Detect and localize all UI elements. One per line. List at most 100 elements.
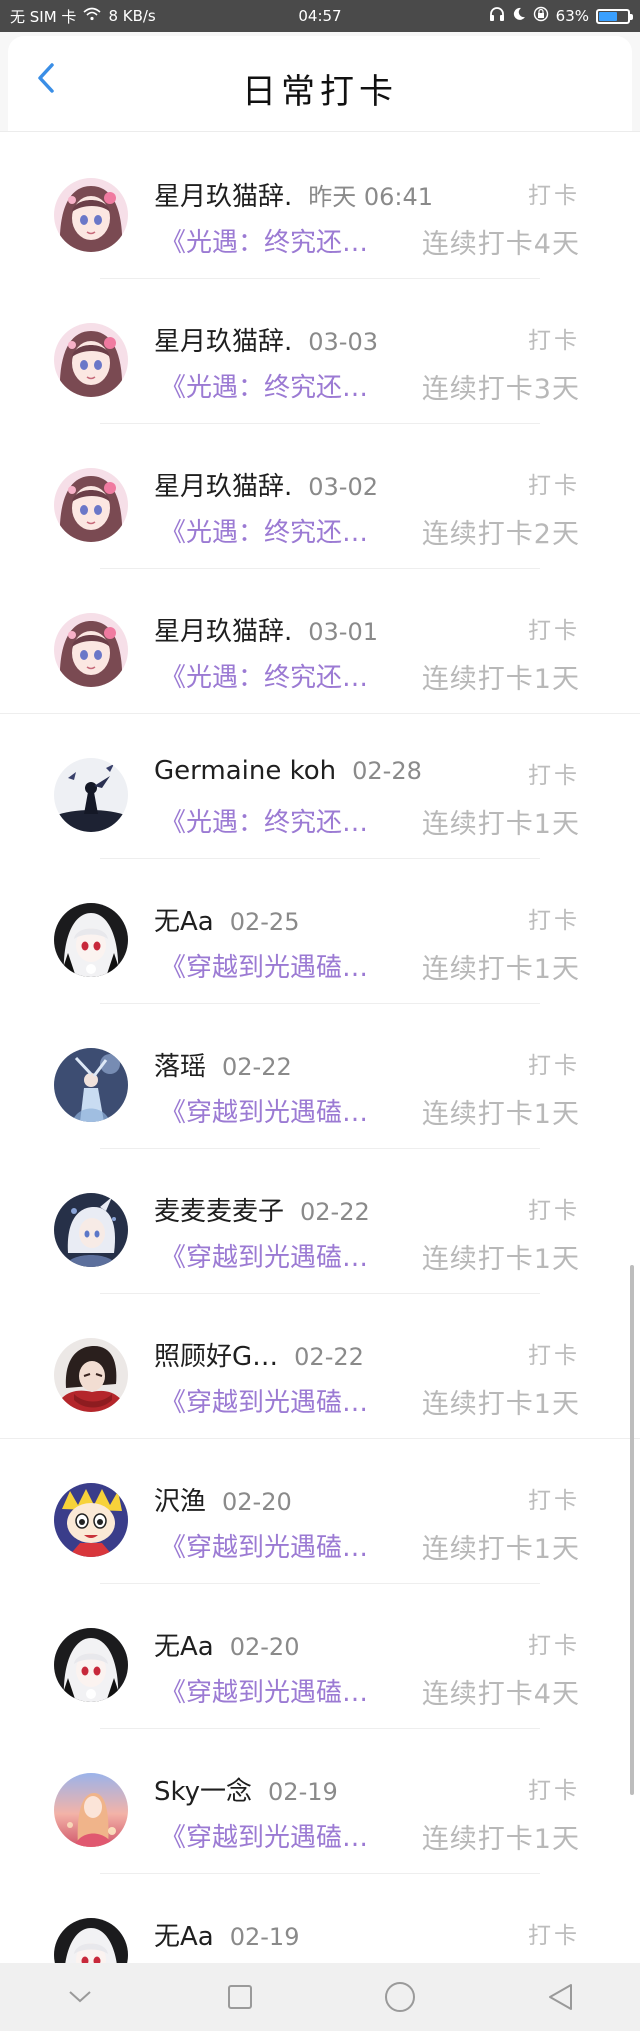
nav-collapse-button[interactable] — [45, 1972, 115, 2022]
list-item[interactable]: 无Aa 02-25 打卡 《穿越到光遇磕… 连续打卡1天 — [0, 859, 640, 1004]
list-item[interactable]: 星月玖猫辞. 03-02 打卡《光遇：终究还… 连续打卡2天 — [0, 424, 640, 569]
avatar[interactable] — [54, 1338, 128, 1412]
checkin-date: 02-28 — [352, 757, 422, 785]
battery-icon — [596, 8, 633, 24]
rotation-lock-icon — [533, 6, 549, 26]
battery-fill — [599, 11, 617, 21]
streak-label: 连续打卡2天 — [421, 519, 580, 550]
circle-icon — [385, 1982, 415, 2012]
user-name[interactable]: 无Aa — [154, 1626, 214, 1663]
list-item[interactable]: 沢渔 02-20 打卡《穿越到光遇磕… 连续打卡1天 — [0, 1439, 640, 1584]
square-icon — [228, 1985, 252, 2009]
checkin-action-label: 打卡 — [528, 473, 580, 499]
list-item[interactable]: 星月玖猫辞. 昨天 06:41 打卡 《光遇：终究还… 连续打卡4天 — [0, 134, 640, 279]
checkin-action-label: 打卡 — [528, 183, 580, 209]
carrier-label: 无 SIM 卡 — [10, 7, 77, 26]
status-left: 无 SIM 卡 8 KB/s — [10, 6, 156, 27]
name-line: 无Aa 02-25 — [154, 901, 299, 938]
user-name[interactable]: 无Aa — [154, 1916, 214, 1953]
book-title[interactable]: 《穿越到光遇磕… — [160, 1672, 368, 1709]
book-title[interactable]: 《光遇：终究还… — [160, 657, 368, 694]
streak-label: 连续打卡1天 — [421, 1534, 580, 1565]
name-line: 星月玖猫辞. 昨天 06:41 — [154, 176, 433, 213]
book-title[interactable]: 《穿越到光遇磕… — [160, 1527, 368, 1564]
avatar[interactable] — [54, 1483, 128, 1557]
list-item[interactable]: Germaine koh 02-28 打卡《光遇：终究还… 连续打卡1天 — [0, 714, 640, 859]
list-item[interactable]: Sky一念 02-19 打卡 《穿越到光遇磕… 连续打卡1天 — [0, 1729, 640, 1874]
nav-recents-button[interactable] — [205, 1972, 275, 2022]
list-item[interactable]: 照顾好G… 02-22 打卡 《穿越到光遇磕… 连续打卡1天 — [0, 1294, 640, 1439]
avatar[interactable] — [54, 1628, 128, 1702]
headphone-icon — [489, 6, 505, 26]
checkin-action-label: 打卡 — [528, 763, 580, 789]
checkin-list: 星月玖猫辞. 昨天 06:41 打卡 《光遇：终究还… 连续打卡4天 星月玖猫辞. 03-0… — [0, 134, 640, 2019]
book-title[interactable]: 《光遇：终究还… — [160, 512, 368, 549]
avatar[interactable] — [54, 903, 128, 977]
header: 日常打卡 — [0, 32, 640, 132]
avatar[interactable] — [54, 1193, 128, 1267]
avatar[interactable] — [54, 323, 128, 397]
name-line: 照顾好G… 02-22 — [154, 1336, 364, 1373]
user-name[interactable]: Germaine koh — [154, 756, 336, 786]
book-title[interactable]: 《光遇：终究还… — [160, 802, 368, 839]
user-name[interactable]: 无Aa — [154, 901, 214, 938]
book-title[interactable]: 《穿越到光遇磕… — [160, 1382, 368, 1419]
user-name[interactable]: 星月玖猫辞. — [154, 321, 292, 358]
user-name[interactable]: 照顾好G… — [154, 1336, 278, 1373]
list-item[interactable]: 落瑶 02-22 打卡《穿越到光遇磕… 连续打卡1天 — [0, 1004, 640, 1149]
streak-label: 连续打卡1天 — [421, 954, 580, 985]
avatar[interactable] — [54, 468, 128, 542]
streak-label: 连续打卡1天 — [421, 1389, 580, 1420]
name-line: 无Aa 02-20 — [154, 1626, 299, 1663]
checkin-date: 02-20 — [229, 1633, 300, 1661]
checkin-date: 02-19 — [268, 1778, 338, 1806]
list-item[interactable]: 星月玖猫辞. 03-01 打卡 《光遇：终究还… 连续打卡1天 — [0, 569, 640, 714]
user-name[interactable]: 星月玖猫辞. — [154, 611, 292, 648]
book-title[interactable]: 《光遇：终究还… — [160, 367, 368, 404]
checkin-date: 02-20 — [222, 1488, 292, 1516]
checkin-action-label: 打卡 — [528, 1488, 580, 1514]
checkin-date: 昨天 06:41 — [308, 183, 434, 211]
name-line: 星月玖猫辞. 03-02 — [154, 466, 378, 503]
header-card: 日常打卡 — [8, 36, 632, 131]
checkin-action-label: 打卡 — [528, 618, 580, 644]
avatar[interactable] — [54, 613, 128, 687]
book-title[interactable]: 《穿越到光遇磕… — [160, 1092, 368, 1129]
checkin-action-label: 打卡 — [528, 1053, 580, 1079]
nav-home-button[interactable] — [365, 1972, 435, 2022]
book-title[interactable]: 《穿越到光遇磕… — [160, 1237, 368, 1274]
user-name[interactable]: 麦麦麦麦子 — [154, 1191, 284, 1228]
streak-label: 连续打卡3天 — [421, 374, 580, 405]
book-title[interactable]: 《光遇：终究还… — [160, 222, 368, 259]
list-item[interactable]: 麦麦麦麦子 02-22 打卡 《穿越到光遇磕… 连续打卡1天 — [0, 1149, 640, 1294]
wifi-icon — [83, 7, 101, 25]
checkin-date: 03-03 — [308, 328, 379, 356]
user-name[interactable]: 星月玖猫辞. — [154, 466, 292, 503]
user-name[interactable]: 星月玖猫辞. — [154, 176, 292, 213]
streak-label: 连续打卡1天 — [421, 664, 580, 695]
checkin-action-label: 打卡 — [528, 1923, 580, 1949]
avatar[interactable] — [54, 178, 128, 252]
list-item[interactable]: 无Aa 02-20 打卡 《穿越到光遇磕… 连续打卡4天 — [0, 1584, 640, 1729]
streak-label: 连续打卡1天 — [421, 1244, 580, 1275]
name-line: 落瑶 02-22 — [154, 1046, 292, 1083]
book-title[interactable]: 《穿越到光遇磕… — [160, 1817, 368, 1854]
name-line: 沢渔 02-20 — [154, 1481, 292, 1518]
book-title[interactable]: 《穿越到光遇磕… — [160, 947, 368, 984]
checkin-date: 02-19 — [229, 1923, 300, 1951]
name-line: Germaine koh 02-28 — [154, 756, 422, 786]
avatar[interactable] — [54, 1773, 128, 1847]
user-name[interactable]: 沢渔 — [154, 1481, 206, 1518]
list-item[interactable]: 星月玖猫辞. 03-03 打卡 《光遇：终究还… 连续打卡3天 — [0, 279, 640, 424]
nav-back-button[interactable] — [525, 1972, 595, 2022]
avatar[interactable] — [54, 1048, 128, 1122]
page-title: 日常打卡 — [242, 72, 398, 112]
avatar[interactable] — [54, 758, 128, 832]
moon-icon — [512, 7, 526, 25]
user-name[interactable]: 落瑶 — [154, 1046, 206, 1083]
streak-label: 连续打卡1天 — [421, 809, 580, 840]
scrollbar[interactable] — [630, 1265, 634, 1795]
user-name[interactable]: Sky一念 — [154, 1771, 252, 1808]
streak-label: 连续打卡1天 — [421, 1099, 580, 1130]
chevron-down-icon — [69, 1991, 91, 2003]
